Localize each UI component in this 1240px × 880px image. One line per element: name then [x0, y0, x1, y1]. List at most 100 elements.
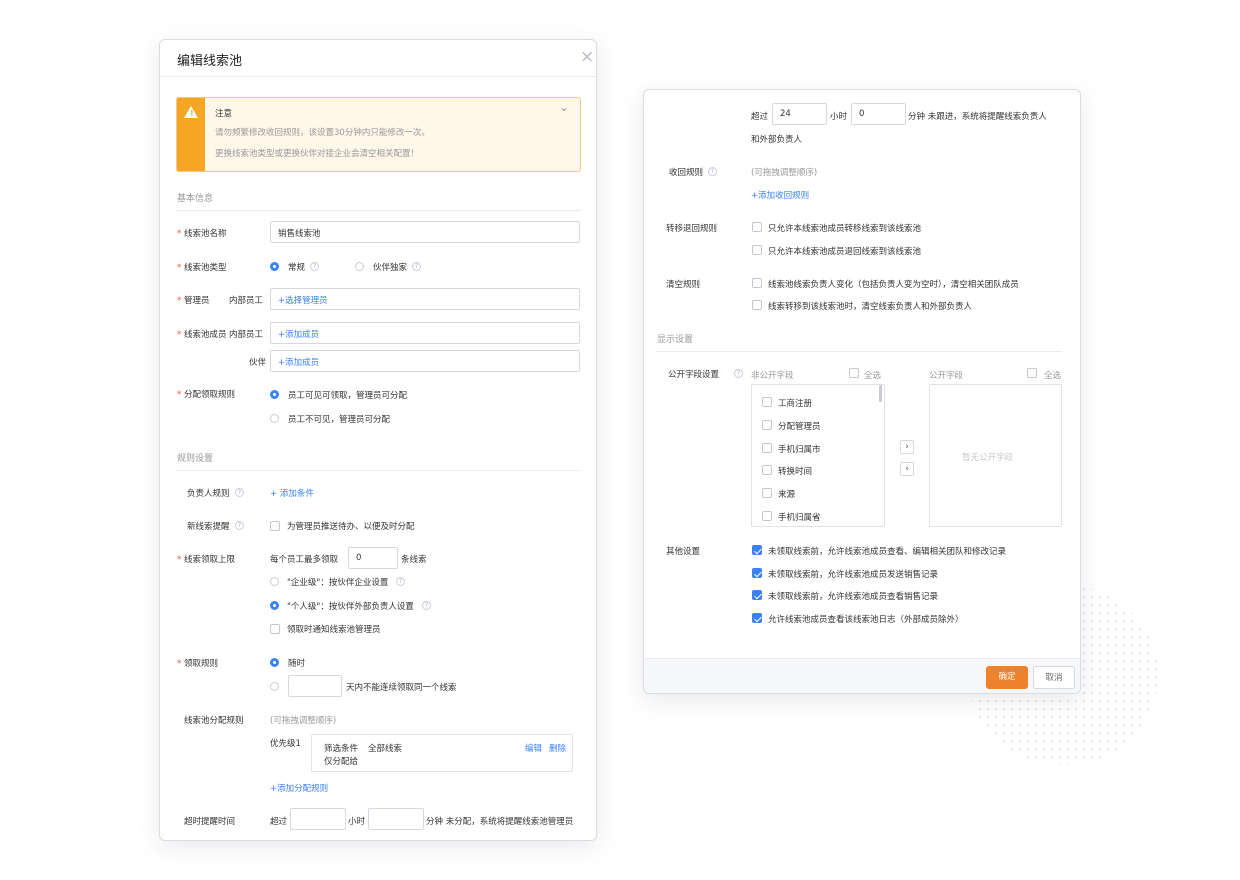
pool-name-label: 线索池名称 [177, 227, 227, 239]
field-item[interactable]: 转换时间 [778, 465, 812, 477]
cancel-button[interactable]: 取消 [1033, 666, 1075, 689]
edit-link[interactable]: 编辑 [525, 742, 542, 754]
pool-settings-dialog: 超过 24 小时 0 分钟 未跟进，系统将提醒线索负责人 和外部负责人 收回规则… [643, 89, 1081, 694]
type-regular-radio[interactable] [270, 262, 279, 271]
owner-rule-label: 负责人规则 [187, 489, 230, 499]
claim-anytime-label: 随时 [288, 659, 306, 669]
help-icon: ? [396, 577, 405, 586]
dist-rule-card[interactable]: 筛选条件 全部线索 编辑 删除 仅分配给 [311, 734, 573, 772]
timeout-label: 超时提醒时间 [184, 817, 236, 827]
dist-rule-hint: (可拖拽调整顺序) [270, 716, 337, 726]
help-icon: ? [235, 488, 244, 497]
field-item[interactable]: 工商注册 [778, 397, 812, 409]
field-item[interactable]: 来源 [778, 488, 795, 500]
public-select-all-checkbox[interactable] [1027, 368, 1037, 378]
admin-label: 管理员 [177, 294, 210, 306]
limit-notify-checkbox[interactable] [270, 624, 280, 634]
public-select-all-label: 全选 [1044, 371, 1062, 381]
type-partner-label: 伙伴独家 [373, 263, 408, 273]
transfer-opt1-checkbox[interactable] [752, 222, 762, 232]
new-remind-text: 为管理员推送待办、以便及时分配 [287, 522, 415, 532]
header-divider [160, 76, 596, 77]
recall-rule-label: 收回规则 [669, 168, 704, 178]
public-list[interactable]: 暂无公开字段 [929, 384, 1062, 527]
add-condition-link[interactable]: + 添加条件 [270, 487, 314, 499]
other-opt2-checkbox[interactable] [752, 568, 762, 578]
other-opt3-checkbox[interactable] [752, 590, 762, 600]
list-scrollbar[interactable] [879, 385, 882, 402]
transfer-opt2-checkbox[interactable] [752, 245, 762, 255]
limit-notify-text: 领取时通知线索池管理员 [287, 625, 381, 635]
pool-type-label: 线索池类型 [177, 261, 227, 273]
field-checkbox[interactable] [762, 443, 772, 453]
priority-label: 优先级1 [270, 739, 301, 749]
help-icon: ? [412, 262, 421, 271]
chevron-down-icon[interactable]: ⌄ [559, 100, 569, 114]
transfer-opt1-text: 只允许本线索池成员转移线索到该线索池 [768, 224, 922, 234]
field-checkbox[interactable] [762, 420, 772, 430]
follow-tail2: 和外部负责人 [751, 135, 803, 145]
limit-enterprise-radio[interactable] [270, 577, 279, 586]
assign-opt2-radio[interactable] [270, 414, 279, 423]
alert-line1: 请勿频繁修改收回规则，该设置30分钟内只能修改一次。 [215, 128, 430, 138]
type-regular-label: 常规 [288, 263, 306, 273]
follow-hours-input[interactable]: 24 [772, 103, 827, 125]
timeout-minutes-input[interactable] [368, 808, 424, 830]
admin-select[interactable]: +选择管理员 [270, 288, 580, 310]
move-right-icon[interactable]: › [900, 440, 914, 454]
add-recall-rule-link[interactable]: +添加收回规则 [751, 189, 809, 201]
partner-select[interactable]: +添加成员 [270, 350, 580, 372]
dialog-title: 编辑线索池 [177, 54, 243, 69]
claim-days-text: 天内不能连续领取同一个线索 [346, 683, 457, 693]
pool-name-input[interactable]: 销售线索池 [270, 221, 580, 243]
other-opt4-checkbox[interactable] [752, 613, 762, 623]
partner-label: 伙伴 [249, 358, 267, 368]
empty-public-text: 暂无公开字段 [962, 453, 1014, 463]
claim-anytime-radio[interactable] [270, 658, 279, 667]
confirm-button[interactable]: 确定 [986, 666, 1028, 689]
field-item[interactable]: 手机归属市 [778, 443, 821, 455]
public-fields-label: 公开字段设置 [668, 370, 720, 380]
timeout-hours-input[interactable] [290, 808, 346, 830]
alert-line2: 更换线索池类型或更换伙伴对接企业会清空相关配置！ [215, 149, 420, 159]
delete-link[interactable]: 删除 [549, 742, 566, 754]
new-remind-checkbox[interactable] [270, 521, 280, 531]
follow-minutes-input[interactable]: 0 [851, 103, 906, 125]
display-section-title: 显示设置 [657, 335, 694, 345]
clear-rule-label: 清空规则 [666, 280, 701, 290]
follow-hour-unit: 小时 [830, 112, 848, 122]
follow-over: 超过 [751, 112, 769, 122]
admin-sub-label: 内部员工 [229, 296, 264, 306]
type-partner-radio[interactable] [355, 262, 364, 271]
rule-section-title: 规则设置 [177, 454, 214, 464]
limit-input[interactable]: 0 [348, 547, 398, 569]
edit-pool-dialog: 编辑线索池 × ! 注意 请勿频繁修改收回规则，该设置30分钟内只能修改一次。 … [159, 39, 597, 841]
limit-personal-radio[interactable] [270, 601, 279, 610]
clear-opt1-checkbox[interactable] [752, 278, 762, 288]
help-icon: ? [310, 262, 319, 271]
field-checkbox[interactable] [762, 511, 772, 521]
assign-opt2-label: 员工不可见，管理员可分配 [288, 415, 391, 425]
nonpublic-list[interactable]: 工商注册 分配管理员 手机归属市 转换时间 来源 手机归属省 [751, 384, 885, 527]
field-item[interactable]: 分配管理员 [778, 420, 821, 432]
assign-opt1-radio[interactable] [270, 390, 279, 399]
nonpublic-select-all-checkbox[interactable] [849, 368, 859, 378]
dist-rule-label: 线索池分配规则 [184, 716, 244, 726]
claim-days-radio[interactable] [270, 682, 279, 691]
clear-opt2-checkbox[interactable] [752, 300, 762, 310]
field-checkbox[interactable] [762, 465, 772, 475]
add-dist-rule-link[interactable]: +添加分配规则 [270, 782, 328, 794]
clear-opt1-text: 线索池线索负责人变化（包括负责人变为空时），清空相关团队成员 [768, 280, 1019, 290]
move-left-icon[interactable]: ‹ [900, 462, 914, 476]
other-opt1-checkbox[interactable] [752, 545, 762, 555]
members-sub-label: 内部员工 [229, 330, 264, 340]
close-icon[interactable]: × [580, 49, 594, 66]
only-assign-label: 仅分配给 [324, 757, 359, 767]
help-icon: ? [422, 601, 431, 610]
other-opt2-text: 未领取线索前，允许线索池成员发送销售记录 [768, 570, 939, 580]
claim-days-input[interactable] [288, 675, 342, 697]
members-select[interactable]: +添加成员 [270, 322, 580, 344]
field-checkbox[interactable] [762, 397, 772, 407]
field-item[interactable]: 手机归属省 [778, 511, 821, 523]
field-checkbox[interactable] [762, 488, 772, 498]
